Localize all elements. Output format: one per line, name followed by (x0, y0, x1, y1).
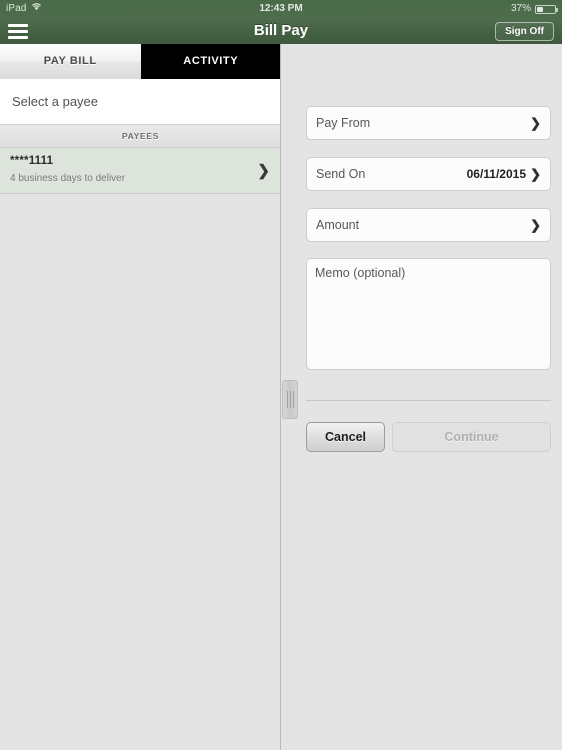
select-payee-header: Select a payee (0, 79, 280, 125)
select-payee-label: Select a payee (12, 94, 99, 109)
detail-pane: Pay From ❯ Send On 06/11/2015 ❯ Amount ❯… (283, 44, 562, 750)
split-view: PAY BILL ACTIVITY Select a payee PAYEES … (0, 44, 562, 750)
status-bar-right: 37% (510, 0, 558, 18)
payee-name-label: ****1111 (10, 155, 54, 167)
battery-fill (537, 6, 543, 12)
tab-activity[interactable]: ACTIVITY (140, 44, 280, 79)
pay-from-field[interactable]: Pay From ❯ (306, 106, 551, 140)
payee-delivery-label: 4 business days to deliver (10, 173, 126, 184)
tab-pay-bill[interactable]: PAY BILL (0, 44, 141, 79)
handle-line-3 (292, 391, 294, 408)
sign-off-button[interactable]: Sign Off (495, 22, 554, 41)
send-on-field[interactable]: Send On 06/11/2015 ❯ (306, 157, 551, 191)
payees-section-header: PAYEES (0, 125, 280, 148)
payee-list-empty-area (0, 194, 280, 750)
pay-from-label: Pay From (316, 116, 371, 130)
payees-section-label: PAYEES (121, 131, 160, 141)
memo-input[interactable]: Memo (optional) (306, 258, 551, 370)
ios-status-bar: iPad 12:43 PM 37% (0, 0, 562, 18)
continue-button[interactable]: Continue (392, 422, 551, 452)
form-divider (306, 400, 551, 401)
status-bar-clock: 12:43 PM (259, 3, 303, 14)
payee-list-item[interactable]: ****1111 4 business days to deliver ❯ (0, 148, 280, 194)
handle-line-2 (289, 391, 291, 408)
app-root: iPad 12:43 PM 37% Bill Pay Sign Off PAY … (0, 0, 562, 750)
split-view-drag-handle-icon[interactable] (282, 380, 298, 419)
battery-percent-label: 37% (510, 3, 531, 14)
chevron-right-icon: ❯ (530, 217, 541, 233)
master-pane: PAY BILL ACTIVITY Select a payee PAYEES … (0, 44, 281, 750)
cancel-button[interactable]: Cancel (306, 422, 385, 452)
battery-icon (535, 4, 558, 14)
send-on-value: 06/11/2015 (466, 167, 526, 181)
chevron-right-icon: ❯ (530, 166, 541, 182)
chevron-right-icon: ❯ (530, 115, 541, 131)
page-title: Bill Pay (253, 22, 309, 39)
handle-line-1 (286, 391, 288, 408)
send-on-label: Send On (316, 167, 366, 181)
segmented-tab-bar: PAY BILL ACTIVITY (0, 44, 280, 79)
navigation-bar: Bill Pay Sign Off (0, 18, 562, 44)
amount-label: Amount (316, 218, 360, 232)
amount-field[interactable]: Amount ❯ (306, 208, 551, 242)
chevron-right-icon: ❯ (257, 162, 270, 179)
memo-placeholder-label: Memo (optional) (315, 266, 406, 280)
